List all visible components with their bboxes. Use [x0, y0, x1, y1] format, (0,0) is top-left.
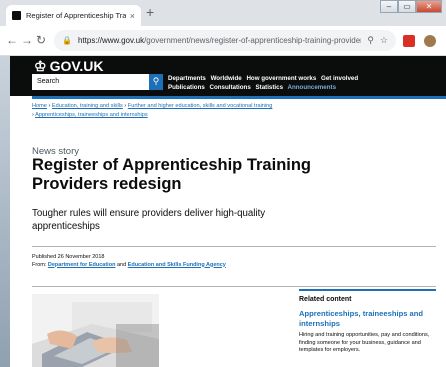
window-controls: – ▭ ✕: [380, 0, 442, 13]
nav-departments[interactable]: Departments: [168, 75, 206, 82]
article-image: [32, 294, 159, 367]
search-input[interactable]: Search: [32, 74, 163, 90]
breadcrumb-further-education[interactable]: Further and higher education, skills and…: [128, 103, 273, 109]
forward-arrow-icon[interactable]: →: [21, 33, 33, 47]
top-navigation: Departments Worldwide How government wor…: [168, 74, 361, 92]
divider: [32, 286, 436, 287]
breadcrumb-home[interactable]: Home: [32, 103, 47, 109]
tab-title: Register of Apprenticeship Trainin: [26, 11, 126, 20]
extension-icon[interactable]: [403, 35, 415, 47]
lead-paragraph: Tougher rules will ensure providers deli…: [32, 208, 266, 232]
web-page: ♔ GOV.UK Search ⚲ Departments Worldwide H…: [10, 56, 446, 367]
related-link[interactable]: Apprenticeships, traineeships and intern…: [299, 309, 436, 328]
govuk-favicon-icon: [12, 11, 21, 20]
nav-statistics[interactable]: Statistics: [256, 84, 284, 91]
related-heading: Related content: [299, 296, 352, 303]
related-description: Hiring and training opportunities, pay a…: [299, 332, 430, 353]
search-icon: ⚲: [152, 76, 160, 86]
back-arrow-icon[interactable]: ←: [6, 33, 18, 47]
lock-icon: 🔒: [62, 36, 72, 45]
browser-tabstrip: Register of Apprenticeship Trainin × + –…: [0, 0, 446, 26]
nav-worldwide[interactable]: Worldwide: [211, 75, 242, 82]
govuk-header: ♔ GOV.UK Search ⚲ Departments Worldwide H…: [10, 56, 446, 96]
maximize-button[interactable]: ▭: [398, 0, 416, 13]
new-tab-button[interactable]: +: [146, 4, 154, 20]
header-blue-rule: [32, 96, 446, 99]
nav-publications[interactable]: Publications: [168, 84, 205, 91]
reload-icon[interactable]: ↻: [36, 33, 46, 47]
and-text: and: [115, 261, 128, 268]
breadcrumb: Home › Education, training and skills › …: [32, 102, 272, 120]
browser-tab[interactable]: Register of Apprenticeship Trainin ×: [6, 5, 141, 26]
govuk-logo[interactable]: ♔ GOV.UK: [34, 58, 104, 75]
breadcrumb-apprenticeships[interactable]: Apprenticeships, traineeships and intern…: [35, 112, 148, 118]
close-window-button[interactable]: ✕: [416, 0, 442, 13]
publication-metadata: Published 26 November 2018 From: Departm…: [32, 254, 226, 269]
divider: [32, 246, 436, 247]
org-link-dfe[interactable]: Department for Education: [48, 262, 116, 268]
profile-avatar-icon[interactable]: [424, 35, 436, 47]
from-label: From:: [32, 261, 48, 268]
search-button[interactable]: ⚲: [149, 74, 163, 90]
related-content: Related content Apprenticeships, trainee…: [299, 289, 436, 355]
nav-get-involved[interactable]: Get involved: [321, 75, 358, 82]
url-text: https://www.gov.uk/government/news/regis…: [77, 36, 362, 45]
nav-how-government-works[interactable]: How government works: [246, 75, 316, 82]
page-title: Register of Apprenticeship Training Prov…: [32, 156, 312, 193]
bookmark-star-icon[interactable]: ☆: [380, 35, 388, 46]
zoom-icon[interactable]: ⚲: [367, 35, 374, 46]
nav-consultations[interactable]: Consultations: [210, 84, 251, 91]
breadcrumb-education[interactable]: Education, training and skills: [52, 103, 123, 109]
published-date: Published 26 November 2018: [32, 254, 105, 260]
address-bar[interactable]: 🔒 https://www.gov.uk/government/news/reg…: [54, 30, 396, 51]
browser-toolbar: ← → ↻ 🔒 https://www.gov.uk/government/ne…: [0, 26, 446, 56]
crown-icon: ♔: [34, 58, 47, 74]
minimize-button[interactable]: –: [380, 0, 398, 13]
nav-announcements[interactable]: Announcements: [288, 84, 336, 91]
org-link-esfa[interactable]: Education and Skills Funding Agency: [128, 262, 226, 268]
desktop-background: [0, 56, 10, 367]
close-tab-icon[interactable]: ×: [130, 11, 135, 21]
